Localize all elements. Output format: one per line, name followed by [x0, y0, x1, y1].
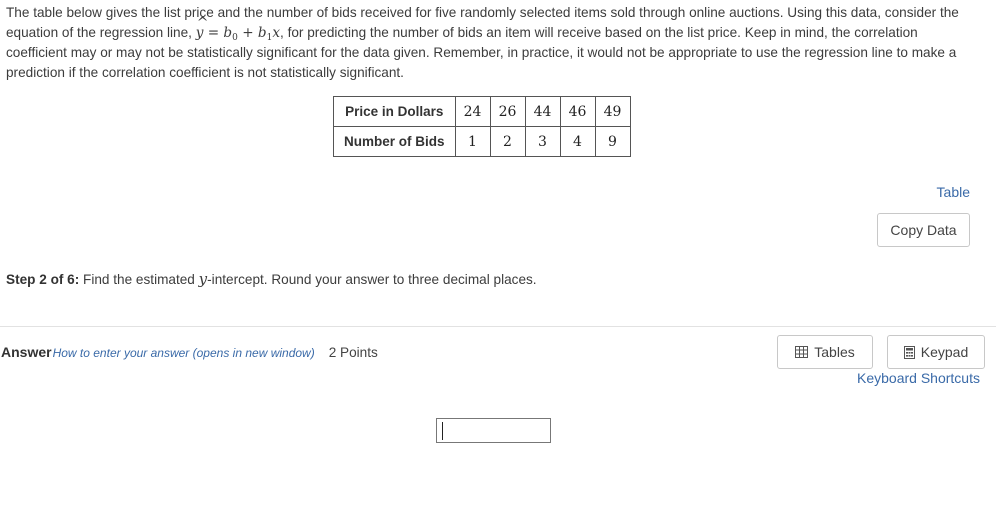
how-to-enter-link[interactable]: How to enter your answer (opens in new w…	[53, 346, 315, 360]
row-header-price: Price in Dollars	[333, 96, 456, 127]
tables-button[interactable]: Tables	[777, 335, 873, 369]
row-header-bids: Number of Bids	[333, 126, 456, 157]
table-cell: 44	[524, 96, 561, 127]
y-hat: ^ y	[195, 15, 209, 41]
points-label: 2 Points	[328, 345, 378, 360]
keypad-button[interactable]: Keypad	[887, 335, 985, 369]
answer-header: Answer How to enter your answer (opens i…	[1, 344, 378, 360]
step-label: Step 2 of 6:	[6, 272, 80, 287]
keypad-button-label: Keypad	[920, 344, 969, 360]
answer-input[interactable]	[436, 418, 551, 443]
problem-statement: The table below gives the list price and…	[6, 3, 976, 83]
table-cell: 26	[489, 96, 526, 127]
tables-button-label: Tables	[814, 344, 855, 360]
table-cell: 4	[559, 126, 596, 157]
copy-data-button[interactable]: Copy Data	[877, 213, 970, 247]
regression-equation: ^ y = b0 + b1x	[195, 15, 281, 43]
calculator-icon	[903, 345, 915, 359]
table-cell: 46	[559, 96, 596, 127]
divider	[0, 326, 996, 327]
table-row-bids: Number of Bids 1 2 3 4 9	[333, 126, 631, 157]
table-cell: 9	[594, 126, 631, 157]
table-cell: 1	[454, 126, 491, 157]
hat-accent: ^	[196, 15, 209, 31]
step-instruction: Step 2 of 6: Find the estimated y-interc…	[6, 270, 537, 288]
answer-label: Answer	[1, 344, 52, 360]
table-grid-icon	[795, 346, 809, 358]
keyboard-shortcuts-link[interactable]: Keyboard Shortcuts	[857, 370, 980, 386]
y-variable: y	[198, 270, 208, 288]
table-cell: 3	[524, 126, 561, 157]
table-row-price: Price in Dollars 24 26 44 46 49	[333, 96, 631, 127]
table-link[interactable]: Table	[937, 184, 970, 200]
table-cell: 2	[489, 126, 526, 157]
table-cell: 49	[594, 96, 631, 127]
table-cell: 24	[454, 96, 491, 127]
data-table: Price in Dollars 24 26 44 46 49 Number o…	[333, 96, 631, 157]
text-caret	[442, 422, 443, 440]
